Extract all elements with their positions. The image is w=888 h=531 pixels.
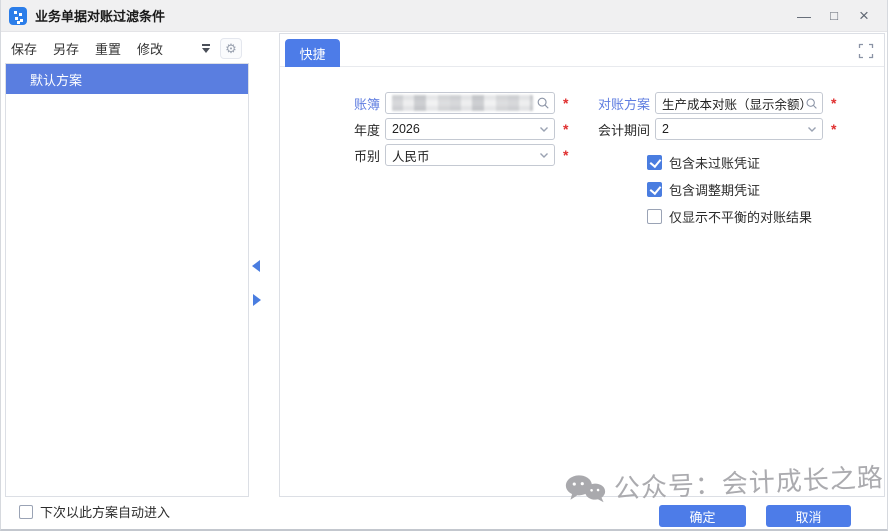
chevron-down-icon[interactable] xyxy=(806,123,818,135)
tabbar: 快捷 xyxy=(280,34,884,67)
period-label: 会计期间 xyxy=(580,120,650,139)
required-mark: * xyxy=(563,95,568,111)
checkbox-icon[interactable] xyxy=(647,209,662,224)
ledger-lookup-input[interactable] xyxy=(385,92,555,114)
checkbox-label: 包含未过账凭证 xyxy=(669,153,760,172)
year-label: 年度 xyxy=(310,120,380,139)
close-icon[interactable]: × xyxy=(849,3,879,29)
reset-button[interactable]: 重置 xyxy=(95,39,121,58)
recon-scheme-value: 生产成本对账（显示余额） xyxy=(662,94,805,113)
checkbox-include-unposted[interactable]: 包含未过账凭证 xyxy=(647,153,760,172)
checkbox-only-unbalanced[interactable]: 仅显示不平衡的对账结果 xyxy=(647,207,812,226)
checkbox-icon[interactable] xyxy=(647,155,662,170)
save-as-button[interactable]: 另存 xyxy=(53,39,79,58)
window-title: 业务单据对账过滤条件 xyxy=(35,6,165,25)
app-logo-icon xyxy=(9,7,27,25)
search-icon[interactable] xyxy=(805,97,818,110)
minimize-icon[interactable]: — xyxy=(789,3,819,29)
year-value: 2026 xyxy=(392,122,538,136)
ok-button[interactable]: 确定 xyxy=(659,505,746,527)
scheme-label: 默认方案 xyxy=(30,70,82,89)
currency-label: 币别 xyxy=(310,146,380,165)
required-mark: * xyxy=(563,147,568,163)
required-mark: * xyxy=(831,121,836,137)
checkbox-icon[interactable] xyxy=(19,505,33,519)
window-controls: — □ × xyxy=(789,3,879,29)
dialog-window: 业务单据对账过滤条件 — □ × 保存 另存 重置 修改 ⚙ 默认方案 快捷 xyxy=(0,0,888,531)
checkbox-include-adjustment[interactable]: 包含调整期凭证 xyxy=(647,180,760,199)
tab-label: 快捷 xyxy=(299,44,325,63)
ledger-field-row: 账簿 * xyxy=(310,92,568,114)
toolbar-overflow-icon[interactable] xyxy=(201,42,212,54)
chevron-down-icon[interactable] xyxy=(538,149,550,161)
cancel-button[interactable]: 取消 xyxy=(766,505,851,527)
checkbox-label: 包含调整期凭证 xyxy=(669,180,760,199)
checkbox-label: 下次以此方案自动进入 xyxy=(40,502,170,521)
currency-select[interactable]: 人民币 xyxy=(385,144,555,166)
currency-value: 人民币 xyxy=(392,146,538,165)
search-icon[interactable] xyxy=(536,96,550,110)
redacted-value xyxy=(392,95,533,111)
save-button[interactable]: 保存 xyxy=(11,39,37,58)
gear-icon[interactable]: ⚙ xyxy=(220,38,242,59)
chevron-down-icon[interactable] xyxy=(538,123,550,135)
modify-button[interactable]: 修改 xyxy=(137,39,163,58)
period-select[interactable]: 2 xyxy=(655,118,823,140)
checkbox-icon[interactable] xyxy=(647,182,662,197)
recon-scheme-label: 对账方案 xyxy=(580,94,650,113)
required-mark: * xyxy=(563,121,568,137)
tab-quick[interactable]: 快捷 xyxy=(285,39,340,67)
scheme-list-panel: 默认方案 xyxy=(5,63,249,497)
collapse-left-icon[interactable] xyxy=(252,260,260,272)
filter-panel: 快捷 账簿 * 年度 xyxy=(279,33,885,497)
required-mark: * xyxy=(831,95,836,111)
sidebar-item-default-scheme[interactable]: 默认方案 xyxy=(6,64,248,94)
period-value: 2 xyxy=(662,122,806,136)
year-select[interactable]: 2026 xyxy=(385,118,555,140)
titlebar: 业务单据对账过滤条件 — □ × xyxy=(1,0,887,32)
expand-right-icon[interactable] xyxy=(253,294,261,306)
recon-scheme-field-row: 对账方案 生产成本对账（显示余额） * xyxy=(580,92,836,114)
recon-scheme-lookup-input[interactable]: 生产成本对账（显示余额） xyxy=(655,92,823,114)
checkbox-label: 仅显示不平衡的对账结果 xyxy=(669,207,812,226)
period-field-row: 会计期间 2 * xyxy=(580,118,836,140)
maximize-icon[interactable]: □ xyxy=(819,3,849,29)
year-field-row: 年度 2026 * xyxy=(310,118,568,140)
checkbox-auto-enter[interactable]: 下次以此方案自动进入 xyxy=(19,502,170,521)
currency-field-row: 币别 人民币 * xyxy=(310,144,568,166)
ledger-label: 账簿 xyxy=(310,94,380,113)
fullscreen-icon[interactable] xyxy=(858,43,874,59)
